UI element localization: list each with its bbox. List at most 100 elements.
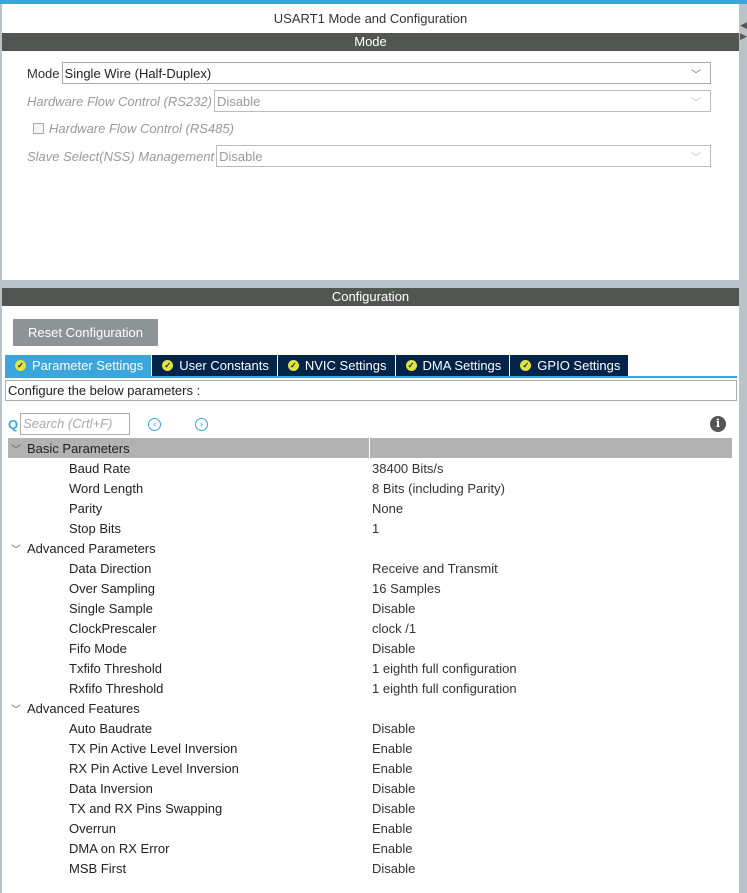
param-value[interactable]: None bbox=[370, 501, 403, 516]
table-row[interactable]: Txfifo Threshold 1 eighth full configurat… bbox=[8, 658, 732, 678]
table-row[interactable]: Auto Baudrate Disable bbox=[8, 718, 732, 738]
mode-header: Mode bbox=[2, 33, 739, 51]
group-row[interactable]: ﹀ Advanced Features bbox=[8, 698, 732, 718]
hfc485-row: Hardware Flow Control (RS485) bbox=[33, 117, 236, 139]
tab-label: User Constants bbox=[179, 358, 269, 373]
tab-dma-settings[interactable]: ✓ DMA Settings bbox=[395, 355, 510, 376]
param-name: Data Inversion bbox=[69, 780, 153, 796]
check-icon: ✓ bbox=[520, 360, 532, 371]
param-value[interactable]: Disable bbox=[370, 861, 415, 876]
table-row[interactable]: Data Inversion Disable bbox=[8, 778, 732, 798]
param-value[interactable]: 1 eighth full configuration bbox=[370, 681, 517, 696]
search-input[interactable]: Search (Crtl+F) bbox=[20, 413, 131, 435]
collapse-handle-icon[interactable]: ◀ ▶ bbox=[740, 20, 747, 80]
mode-select[interactable]: Single Wire (Half-Duplex) ﹀ bbox=[61, 62, 711, 84]
param-value[interactable]: 16 Samples bbox=[370, 581, 441, 596]
param-name: Baud Rate bbox=[69, 460, 131, 476]
table-row[interactable]: Over Sampling 16 Samples bbox=[8, 578, 732, 598]
param-value[interactable]: Enable bbox=[370, 741, 412, 756]
tab-nvic-settings[interactable]: ✓ NVIC Settings bbox=[277, 355, 395, 376]
chevron-down-icon: ﹀ bbox=[691, 97, 701, 109]
hfc485-checkbox[interactable] bbox=[33, 122, 44, 134]
check-icon: ✓ bbox=[15, 360, 26, 371]
tab-parameter-settings[interactable]: ✓ Parameter Settings bbox=[5, 355, 152, 376]
tab-label: NVIC Settings bbox=[304, 358, 387, 373]
check-icon: ✓ bbox=[287, 360, 299, 371]
param-value[interactable]: 1 eighth full configuration bbox=[370, 661, 517, 676]
param-value[interactable]: Enable bbox=[370, 821, 412, 836]
table-row[interactable]: TX Pin Active Level Inversion Enable bbox=[8, 738, 732, 758]
param-name: Rxfifo Threshold bbox=[69, 680, 164, 696]
nss-select[interactable]: Disable ﹀ bbox=[216, 145, 711, 167]
search-row: Q Search (Crtl+F) ‹ › i bbox=[8, 413, 733, 435]
hfc232-select[interactable]: Disable ﹀ bbox=[213, 90, 711, 112]
param-value[interactable]: Disable bbox=[370, 781, 415, 796]
check-icon: ✓ bbox=[405, 360, 417, 371]
param-name: Txfifo Threshold bbox=[69, 660, 162, 676]
table-row[interactable]: Parity None bbox=[8, 498, 732, 518]
chevron-down-icon: ﹀ bbox=[691, 69, 701, 81]
param-name: Overrun bbox=[69, 820, 116, 836]
table-row[interactable]: Stop Bits 1 bbox=[8, 518, 732, 538]
param-value[interactable]: 1 bbox=[370, 521, 379, 536]
chevron-down-icon[interactable]: ﹀ bbox=[8, 541, 24, 556]
table-row[interactable]: Single Sample Disable bbox=[8, 598, 732, 618]
param-value[interactable]: Disable bbox=[370, 601, 415, 616]
table-row[interactable]: Baud Rate 38400 Bits/s bbox=[8, 458, 732, 478]
param-name: MSB First bbox=[69, 860, 127, 876]
table-row[interactable]: Rxfifo Threshold 1 eighth full configurat… bbox=[8, 678, 732, 698]
param-value[interactable]: Enable bbox=[370, 761, 412, 776]
tab-underline bbox=[5, 376, 737, 378]
table-row[interactable]: MSB First Disable bbox=[8, 858, 732, 878]
tab-gpio-settings[interactable]: ✓ GPIO Settings bbox=[510, 355, 629, 376]
param-name: Fifo Mode bbox=[69, 640, 127, 656]
check-icon: ✓ bbox=[162, 360, 174, 371]
param-name: Single Sample bbox=[69, 600, 153, 616]
table-row[interactable]: RX Pin Active Level Inversion Enable bbox=[8, 758, 732, 778]
table-row[interactable]: Overrun Enable bbox=[8, 818, 732, 838]
table-row[interactable]: Fifo Mode Disable bbox=[8, 638, 732, 658]
previous-icon[interactable]: ‹ bbox=[148, 417, 162, 431]
chevron-down-icon[interactable]: ﹀ bbox=[8, 701, 24, 716]
param-name: Stop Bits bbox=[69, 520, 122, 536]
description-box: Configure the below parameters : bbox=[5, 380, 737, 401]
param-name: Parity bbox=[69, 500, 103, 516]
parameter-table: ﹀ Basic Parameters Baud Rate 38400 Bits/s Wo… bbox=[8, 438, 732, 878]
group-name: Advanced Parameters bbox=[27, 540, 156, 556]
param-value[interactable]: Disable bbox=[370, 801, 415, 816]
group-row[interactable]: ﹀ Basic Parameters bbox=[8, 438, 732, 458]
param-name: Data Direction bbox=[69, 560, 152, 576]
param-value[interactable]: Disable bbox=[370, 721, 415, 736]
chevron-down-icon[interactable]: ﹀ bbox=[8, 441, 24, 456]
param-name: TX Pin Active Level Inversion bbox=[69, 740, 238, 756]
param-value[interactable]: clock /1 bbox=[370, 621, 416, 636]
table-row[interactable]: Data Direction Receive and Transmit bbox=[8, 558, 732, 578]
tab-user-constants[interactable]: ✓ User Constants bbox=[152, 355, 277, 376]
param-value[interactable]: Receive and Transmit bbox=[370, 561, 498, 576]
table-row[interactable]: TX and RX Pins Swapping Disable bbox=[8, 798, 732, 818]
param-value[interactable]: 8 Bits (including Parity) bbox=[370, 481, 505, 496]
group-row[interactable]: ﹀ Advanced Parameters bbox=[8, 538, 732, 558]
param-name: DMA on RX Error bbox=[69, 840, 170, 856]
chevron-down-icon: ﹀ bbox=[691, 152, 701, 164]
window-title: USART1 Mode and Configuration bbox=[273, 11, 468, 26]
configuration-header: Configuration bbox=[2, 288, 739, 306]
param-name: RX Pin Active Level Inversion bbox=[69, 760, 239, 776]
param-value[interactable]: Disable bbox=[370, 641, 415, 656]
table-row[interactable]: Word Length 8 Bits (including Parity) bbox=[8, 478, 732, 498]
table-row[interactable]: ClockPrescaler clock /1 bbox=[8, 618, 732, 638]
hfc232-row: Hardware Flow Control (RS232) Disable ﹀ bbox=[27, 90, 711, 112]
search-icon: Q bbox=[8, 416, 19, 432]
reset-configuration-button[interactable]: Reset Configuration bbox=[13, 319, 158, 346]
info-icon[interactable]: i bbox=[710, 416, 726, 432]
hfc232-value: Disable bbox=[216, 93, 261, 109]
hfc232-label: Hardware Flow Control (RS232) bbox=[27, 93, 212, 109]
param-name: TX and RX Pins Swapping bbox=[69, 800, 223, 816]
table-row[interactable]: DMA on RX Error Enable bbox=[8, 838, 732, 858]
nss-row: Slave Select(NSS) Management Disable ﹀ bbox=[27, 145, 711, 167]
param-value[interactable]: 38400 Bits/s bbox=[370, 461, 444, 476]
param-value[interactable]: Enable bbox=[370, 841, 412, 856]
next-icon[interactable]: › bbox=[195, 417, 209, 431]
mode-label: Mode bbox=[27, 65, 60, 81]
tab-bar: ✓ Parameter Settings ✓ User Constants ✓ NVI… bbox=[5, 355, 629, 376]
